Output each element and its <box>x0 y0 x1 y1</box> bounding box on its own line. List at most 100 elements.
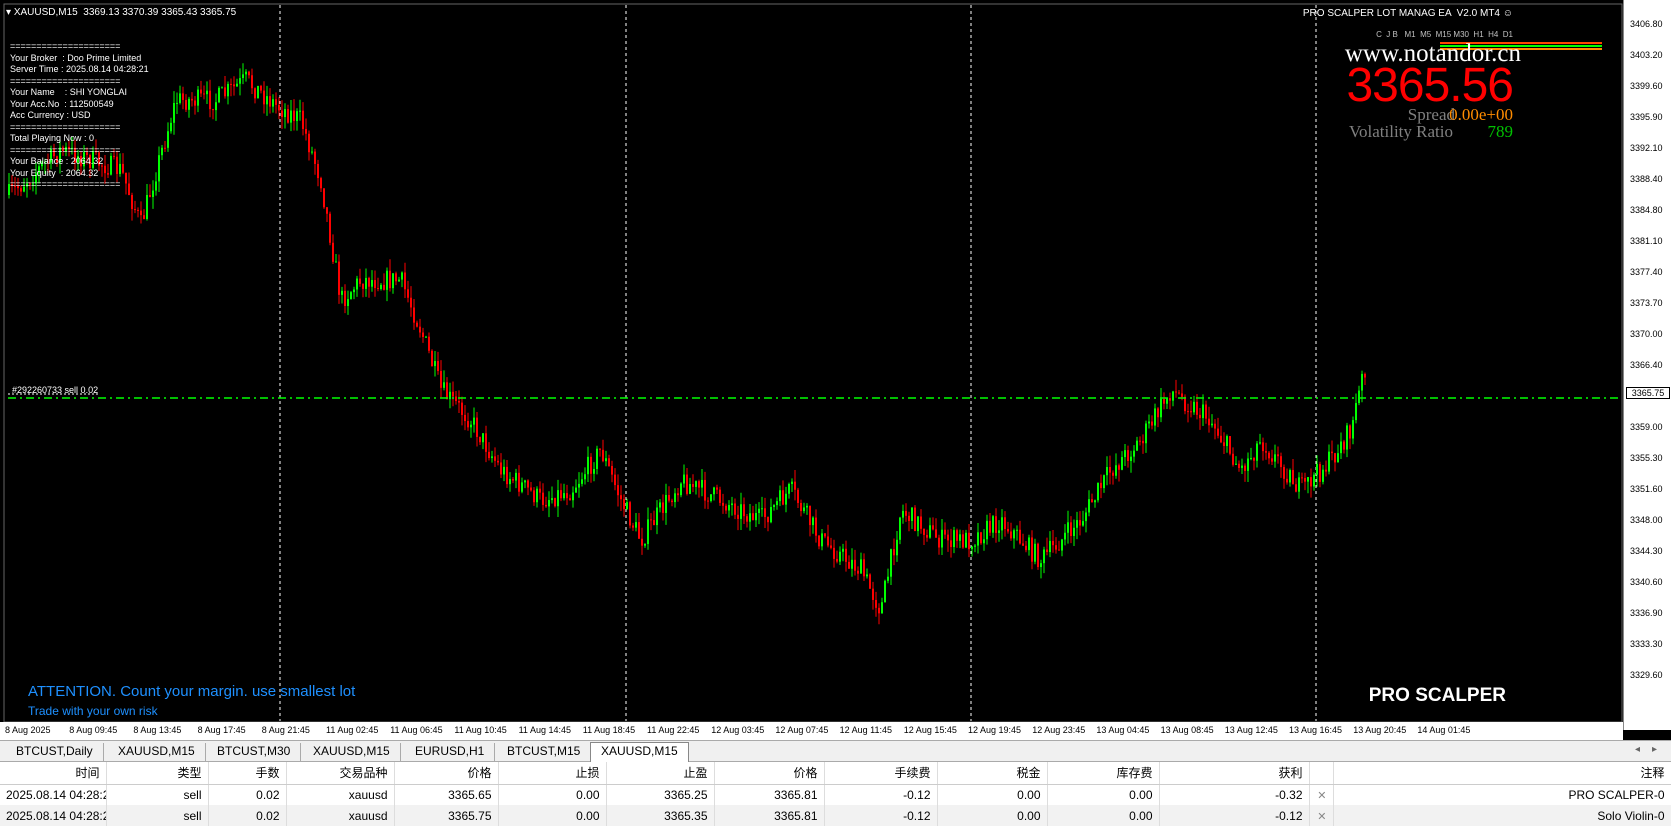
candle-body <box>257 85 259 99</box>
candle-body <box>881 602 883 614</box>
candle-body <box>1055 545 1057 550</box>
table-cell: 0.00 <box>937 805 1048 826</box>
candle-body <box>1136 440 1138 451</box>
candle-body <box>434 361 436 367</box>
candle-body <box>1013 530 1015 539</box>
account-info-line: Your Name : SHI YONGLAI <box>10 87 128 97</box>
time-tick-label: 12 Aug 03:45 <box>711 725 765 735</box>
candle-body <box>995 516 997 533</box>
candle-body <box>1025 545 1027 551</box>
chart-tab[interactable]: BTCUST,Daily <box>6 743 104 761</box>
candle-body <box>794 481 796 490</box>
column-header[interactable]: 注释 <box>1333 762 1671 785</box>
candle-body <box>248 71 250 76</box>
close-order-icon[interactable]: ✕ <box>1309 805 1334 826</box>
chart-tab[interactable]: BTCUST,M30 <box>207 743 302 761</box>
column-header[interactable]: 交易品种 <box>286 762 395 785</box>
candle-body <box>1364 373 1366 378</box>
price-tick-label: 3366.40 <box>1630 360 1663 370</box>
chart-tab[interactable]: XAUUSD,M15 <box>303 743 401 761</box>
candle-body <box>410 297 412 308</box>
close-order-icon[interactable]: ✕ <box>1309 784 1334 805</box>
candle-body <box>650 519 652 521</box>
column-header[interactable]: 手续费 <box>824 762 938 785</box>
time-tick-label: 8 Aug 09:45 <box>69 725 118 735</box>
time-tick-label: 8 Aug 13:45 <box>133 725 182 735</box>
candle-body <box>971 546 973 550</box>
candle-body <box>518 472 520 492</box>
candle-body <box>740 504 742 519</box>
price-tick-label: 3344.30 <box>1630 546 1663 556</box>
candle-body <box>1292 470 1294 485</box>
candle-body <box>869 574 871 589</box>
column-header[interactable]: 库存费 <box>1047 762 1160 785</box>
candle-body <box>128 183 130 196</box>
time-tick-label: 12 Aug 23:45 <box>1032 725 1086 735</box>
candle-body <box>572 492 574 501</box>
candle-body <box>998 530 1000 533</box>
price-tick-label: 3403.20 <box>1630 50 1663 60</box>
candle-body <box>728 505 730 511</box>
chart-tab[interactable]: EURUSD,H1 <box>405 743 496 761</box>
column-header[interactable]: 手数 <box>208 762 287 785</box>
chart-menu-triangle-icon[interactable]: ▾ <box>6 7 14 18</box>
candle-body <box>1196 401 1198 415</box>
column-header[interactable]: 类型 <box>106 762 209 785</box>
time-tick-label: 8 Aug 2025 <box>5 725 51 735</box>
candle-body <box>497 460 499 463</box>
column-header[interactable]: 止损 <box>498 762 607 785</box>
candle-body <box>1073 527 1075 536</box>
chart-tab[interactable]: BTCUST,M15 <box>497 743 592 761</box>
candle-body <box>131 195 133 210</box>
candle-body <box>989 520 991 533</box>
candle-body <box>1349 425 1351 439</box>
price-tick-label: 3336.90 <box>1630 608 1663 618</box>
column-header[interactable]: 获利 <box>1159 762 1310 785</box>
order-line-label[interactable]: #292260733 sell 0.02 <box>12 385 98 395</box>
tab-scroll-right-icon[interactable]: ▸ <box>1652 744 1657 755</box>
price-axis[interactable]: 3406.80 3403.20 3399.60 3395.90 3392.10 3388.… <box>1623 0 1671 730</box>
table-cell: 0.00 <box>498 784 607 805</box>
table-row[interactable]: 2025.08.14 04:28:22 sell 0.02 xauusd 3365.65… <box>0 784 1671 805</box>
candle-body <box>638 522 640 539</box>
column-header[interactable]: 税金 <box>937 762 1048 785</box>
candle-body <box>515 472 517 481</box>
candle-body <box>1307 477 1309 482</box>
chart-tab[interactable]: XAUUSD,M15 <box>590 742 689 762</box>
account-info-line: ===================== <box>10 75 121 86</box>
candle-body <box>143 215 145 219</box>
price-tick-label: 3395.90 <box>1630 112 1663 122</box>
price-chart[interactable]: ▾ XAUUSD,M15 3369.13 3370.39 3365.43 336… <box>0 0 1671 740</box>
column-header[interactable]: 时间 <box>0 762 107 785</box>
candle-body <box>356 278 358 290</box>
attention-text: ATTENTION. Count your margin. use smalle… <box>28 683 356 700</box>
candle-body <box>1130 456 1132 462</box>
column-header[interactable]: 价格 <box>394 762 499 785</box>
candle-body <box>428 336 430 351</box>
candle-body <box>884 580 886 603</box>
candle-body <box>791 481 793 484</box>
time-axis[interactable]: 8 Aug 2025 8 Aug 09:45 8 Aug 13:45 8 Aug 17… <box>0 722 1623 740</box>
time-tick-label: 13 Aug 12:45 <box>1224 725 1278 735</box>
tab-scroll-left-icon[interactable]: ◂ <box>1635 744 1640 755</box>
column-header[interactable]: 止盈 <box>606 762 715 785</box>
candle-body <box>137 209 139 211</box>
candle-body <box>134 209 136 211</box>
candle-body <box>422 332 424 337</box>
candle-body <box>446 382 448 400</box>
candle-body <box>1178 392 1180 394</box>
table-row[interactable]: 2025.08.14 04:28:23 sell 0.02 xauusd 3365.75… <box>0 805 1671 826</box>
candle-body <box>1310 477 1312 487</box>
price-tick-label: 3388.40 <box>1630 174 1663 184</box>
candle-body <box>182 93 184 100</box>
column-header[interactable] <box>1309 762 1334 785</box>
candle-body <box>665 494 667 513</box>
candle-body <box>779 490 781 502</box>
price-tick-label: 3329.60 <box>1630 670 1663 680</box>
chart-tab[interactable]: XAUUSD,M15 <box>108 743 206 761</box>
candle-body <box>407 289 409 298</box>
candle-body <box>1235 463 1237 465</box>
time-tick-label: 13 Aug 04:45 <box>1096 725 1150 735</box>
candle-body <box>1043 549 1045 564</box>
column-header[interactable]: 价格 <box>714 762 825 785</box>
